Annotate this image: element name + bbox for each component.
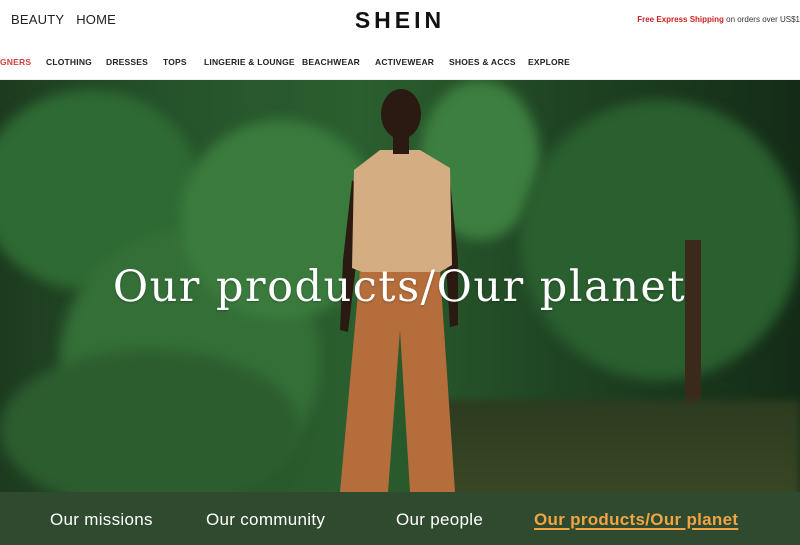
tab-our-products-our-planet[interactable]: Our products/Our planet [534, 510, 738, 530]
category-item-activewear[interactable]: ACTIVEWEAR [375, 57, 434, 67]
tab-our-people[interactable]: Our people [396, 510, 483, 530]
category-item-beachwear[interactable]: BEACHWEAR [302, 57, 360, 67]
section-tabs: Our missions Our community Our people Ou… [0, 492, 800, 545]
category-item-explore[interactable]: EXPLORE [528, 57, 570, 67]
hero-banner[interactable]: Our products/Our planet [0, 80, 800, 492]
category-item-tops[interactable]: TOPS [163, 57, 187, 67]
promo-text: on orders over US$1 [726, 15, 800, 24]
category-item-designers[interactable]: GNERS [0, 57, 31, 67]
category-item-shoes-accs[interactable]: SHOES & ACCS [449, 57, 516, 67]
tab-our-missions[interactable]: Our missions [50, 510, 153, 530]
head-shape [381, 89, 421, 139]
top-bar: BEAUTY HOME SHEIN Free Express Shipping … [0, 0, 800, 43]
promo-highlight: Free Express Shipping [637, 15, 724, 24]
category-item-clothing[interactable]: CLOTHING [46, 57, 92, 67]
promo-banner[interactable]: Free Express Shipping on orders over US$… [637, 15, 800, 24]
category-item-lingerie-lounge[interactable]: LINGERIE & LOUNGE [204, 57, 295, 67]
category-nav: GNERS CLOTHING DRESSES TOPS LINGERIE & L… [0, 43, 800, 80]
tab-our-community[interactable]: Our community [206, 510, 325, 530]
category-item-dresses[interactable]: DRESSES [106, 57, 148, 67]
top-shape [352, 150, 452, 272]
hero-title: Our products/Our planet [112, 262, 687, 312]
